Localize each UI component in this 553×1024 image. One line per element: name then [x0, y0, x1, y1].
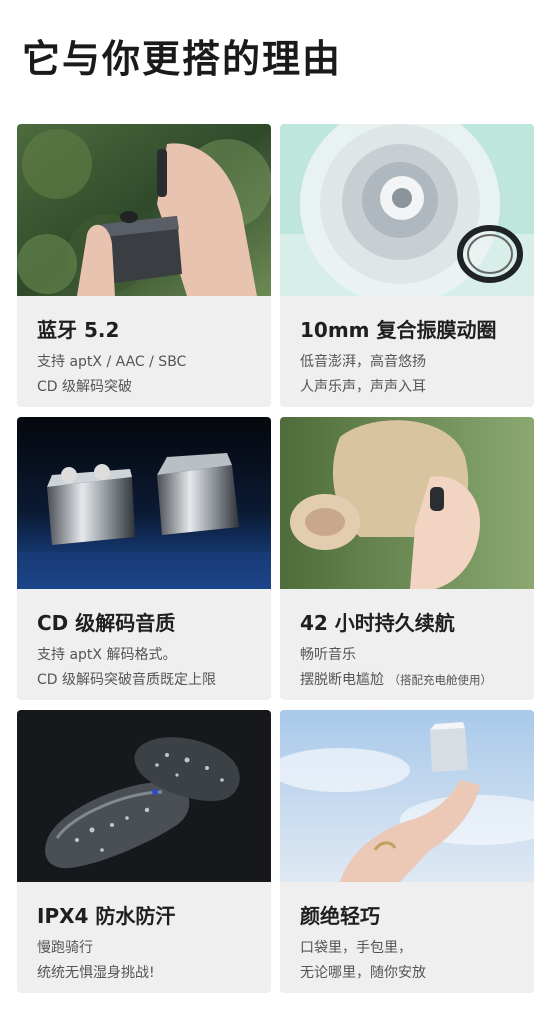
driver-unit-exploded-photo	[280, 124, 534, 296]
wet-earbuds-photo	[17, 710, 271, 882]
earbuds-case-in-hand-forest-photo	[17, 124, 271, 296]
card-desc-line2: CD 级解码突破音质既定上限	[37, 672, 217, 688]
card-desc-line1: 畅听音乐	[300, 647, 356, 663]
card-desc-line1: 低音澎湃，高音悠扬	[300, 354, 426, 370]
card-desc-line1: 支持 aptX / AAC / SBC	[37, 354, 187, 370]
card-desc-line1: 口袋里，手包里，	[300, 940, 412, 956]
feature-card-driver: 10mm 复合振膜动圈 低音澎湃，高音悠扬 人声乐声，声声入耳	[280, 124, 534, 407]
page-title: 它与你更搭的理由	[22, 37, 343, 81]
card-heading: 颜绝轻巧	[300, 904, 380, 928]
card-desc-line2: 无论哪里，随你安放	[300, 965, 426, 981]
card-heading: 42 小时持久续航	[300, 611, 455, 635]
feature-card-cd-quality: CD 级解码音质 支持 aptX 解码格式。 CD 级解码突破音质既定上限	[17, 417, 271, 700]
card-desc-line2: CD 级解码突破	[37, 379, 133, 395]
card-desc-line1: 支持 aptX 解码格式。	[37, 647, 177, 663]
card-desc-line2: 统统无惧湿身挑战!	[37, 965, 155, 981]
card-heading: 10mm 复合振膜动圈	[300, 318, 497, 342]
hand-holding-case-sky-photo	[280, 710, 534, 882]
feature-card-bluetooth: 蓝牙 5.2 支持 aptX / AAC / SBC CD 级解码突破	[17, 124, 271, 407]
card-desc-line2: 摆脱断电尴尬 （搭配充电舱使用）	[300, 669, 492, 689]
card-heading: IPX4 防水防汗	[37, 904, 176, 928]
two-chrome-cases-photo	[17, 417, 271, 589]
card-heading: CD 级解码音质	[37, 611, 176, 635]
card-desc-line2: 人声乐声，声声入耳	[300, 379, 426, 395]
feature-card-lightweight: 颜绝轻巧 口袋里，手包里， 无论哪里，随你安放	[280, 710, 534, 993]
card-heading: 蓝牙 5.2	[37, 318, 120, 342]
card-desc-line2-text: 摆脱断电尴尬	[300, 672, 384, 688]
card-desc-line1: 慢跑骑行	[37, 940, 93, 956]
card-desc-note: （搭配充电舱使用）	[388, 673, 492, 687]
woman-wearing-earbud-photo	[280, 417, 534, 589]
feature-card-battery: 42 小时持久续航 畅听音乐 摆脱断电尴尬 （搭配充电舱使用）	[280, 417, 534, 700]
feature-card-waterproof: IPX4 防水防汗 慢跑骑行 统统无惧湿身挑战!	[17, 710, 271, 993]
